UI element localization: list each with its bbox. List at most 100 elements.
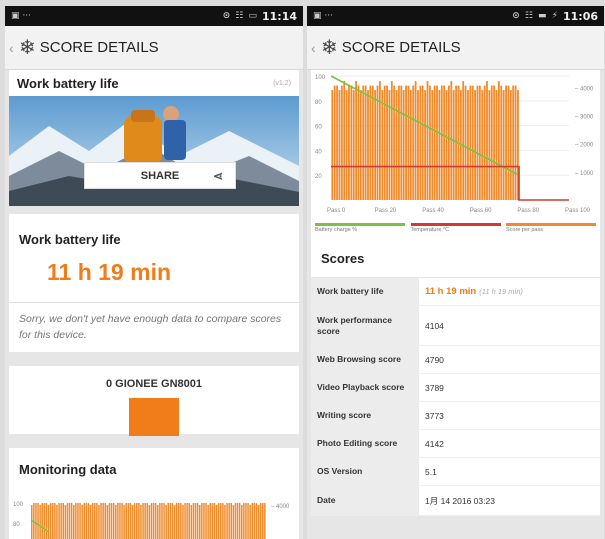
score-bar: [70, 503, 73, 539]
score-bar: [127, 503, 130, 539]
device-card: 0 GIONEE GN8001: [9, 366, 299, 436]
score-bar: [52, 503, 54, 539]
score-bar: [249, 505, 251, 539]
y-tick-label: 80: [13, 522, 20, 528]
back-arrow-icon[interactable]: ‹: [9, 40, 17, 56]
score-bar: [175, 503, 178, 539]
score-bar: [452, 90, 455, 200]
result-note: Sorry, we don't yet have enough data to …: [19, 313, 282, 341]
score-bar: [169, 503, 172, 539]
score-bar: [419, 85, 422, 200]
score-bar: [77, 503, 79, 539]
score-bar: [340, 85, 343, 200]
share-icon: ⋖: [212, 169, 223, 183]
result-title: Work battery life: [19, 232, 121, 247]
score-bar: [259, 503, 262, 539]
score-bar: [462, 81, 465, 200]
chart-legend: Battery charge % Temperature °C Score pe…: [311, 223, 600, 233]
score-bar: [486, 81, 488, 200]
score-bar: [234, 503, 237, 539]
score-bar: [393, 85, 396, 200]
score-bar: [119, 503, 121, 539]
score-bar: [31, 505, 33, 539]
score-bar: [243, 503, 245, 539]
score-bar: [60, 503, 62, 539]
share-button[interactable]: SHARE ⋖: [84, 162, 236, 189]
score-bar: [424, 90, 427, 200]
score-bar: [331, 90, 334, 200]
score-bar: [159, 503, 161, 539]
y2-tick-label: – 1000: [575, 171, 594, 177]
score-bar: [383, 85, 386, 200]
score-value: 11 h 19 min (11 h 19 min): [419, 278, 600, 305]
score-bar: [238, 503, 241, 539]
score-bar: [54, 503, 56, 539]
score-bar: [379, 81, 381, 200]
device-score-bar: [129, 398, 179, 436]
score-bar: [464, 85, 467, 200]
score-bar: [73, 505, 75, 539]
score-bar: [355, 81, 357, 200]
monitoring-title: Monitoring data: [19, 462, 117, 477]
score-bar: [421, 85, 424, 200]
monitoring-card: Monitoring data: [9, 448, 299, 492]
status-icons: ⊙ ☷ ▬ ⚡: [512, 11, 559, 21]
score-bar: [211, 503, 214, 539]
score-bar: [469, 85, 472, 200]
score-bar: [43, 503, 46, 539]
score-row: Writing score 3773: [311, 402, 600, 430]
hero-card: Work battery life (v1.2) SHARE ⋖: [9, 70, 299, 206]
score-bar: [161, 503, 163, 539]
score-bar: [386, 85, 388, 200]
score-bar: [417, 90, 419, 200]
score-bar: [367, 90, 369, 200]
score-bar: [245, 503, 247, 539]
score-value: 5.1: [419, 458, 600, 485]
x-tick-label: Pass 80: [517, 208, 539, 214]
status-bar: ▣ ··· ⊙ ☷ ▬ ⚡ 11:06: [307, 6, 604, 26]
y-tick-label: 20: [315, 174, 322, 180]
score-bar: [173, 505, 176, 539]
score-bar: [412, 85, 415, 200]
score-bar: [405, 85, 407, 200]
score-bar: [102, 503, 104, 539]
score-bar: [438, 90, 441, 200]
score-row: Video Playback score 3789: [311, 374, 600, 402]
score-value: 4142: [419, 430, 600, 457]
back-arrow-icon[interactable]: ‹: [311, 40, 319, 56]
score-bar: [490, 85, 493, 200]
score-bar: [180, 503, 182, 539]
score-bar: [369, 85, 372, 200]
x-tick-label: Pass 20: [375, 208, 397, 214]
score-bar: [58, 503, 60, 539]
score-bar: [154, 503, 157, 539]
score-bar: [481, 90, 484, 200]
score-bar: [96, 503, 98, 539]
version-label: (v1.2): [273, 79, 291, 87]
score-bar: [488, 90, 491, 200]
score-bar: [376, 85, 379, 200]
score-bar: [217, 503, 220, 539]
score-bar: [436, 85, 438, 200]
score-bar: [428, 85, 431, 200]
score-bar: [125, 503, 127, 539]
score-row: Photo Editing score 4142: [311, 430, 600, 458]
right-phone-screen: ▣ ··· ⊙ ☷ ▬ ⚡ 11:06 ‹ ❄ SCORE DETAILS 100…: [307, 6, 604, 539]
score-bar: [483, 85, 486, 200]
score-bar: [495, 90, 498, 200]
score-bar: [409, 90, 412, 200]
score-bar: [100, 503, 102, 539]
score-bar: [129, 503, 132, 539]
score-label: Photo Editing score: [311, 430, 419, 457]
y-tick-label: 80: [315, 100, 322, 106]
score-label: Video Playback score: [311, 374, 419, 401]
score-bar: [345, 90, 348, 200]
score-bar: [213, 503, 216, 539]
device-name: 0 GIONEE GN8001: [106, 378, 202, 390]
score-bar: [474, 90, 476, 200]
legend-temperature: Temperature °C: [410, 223, 501, 233]
score-row: OS Version 5.1: [311, 458, 600, 486]
score-bar: [247, 503, 249, 539]
score-bar: [348, 85, 350, 200]
score-bar: [478, 85, 481, 200]
